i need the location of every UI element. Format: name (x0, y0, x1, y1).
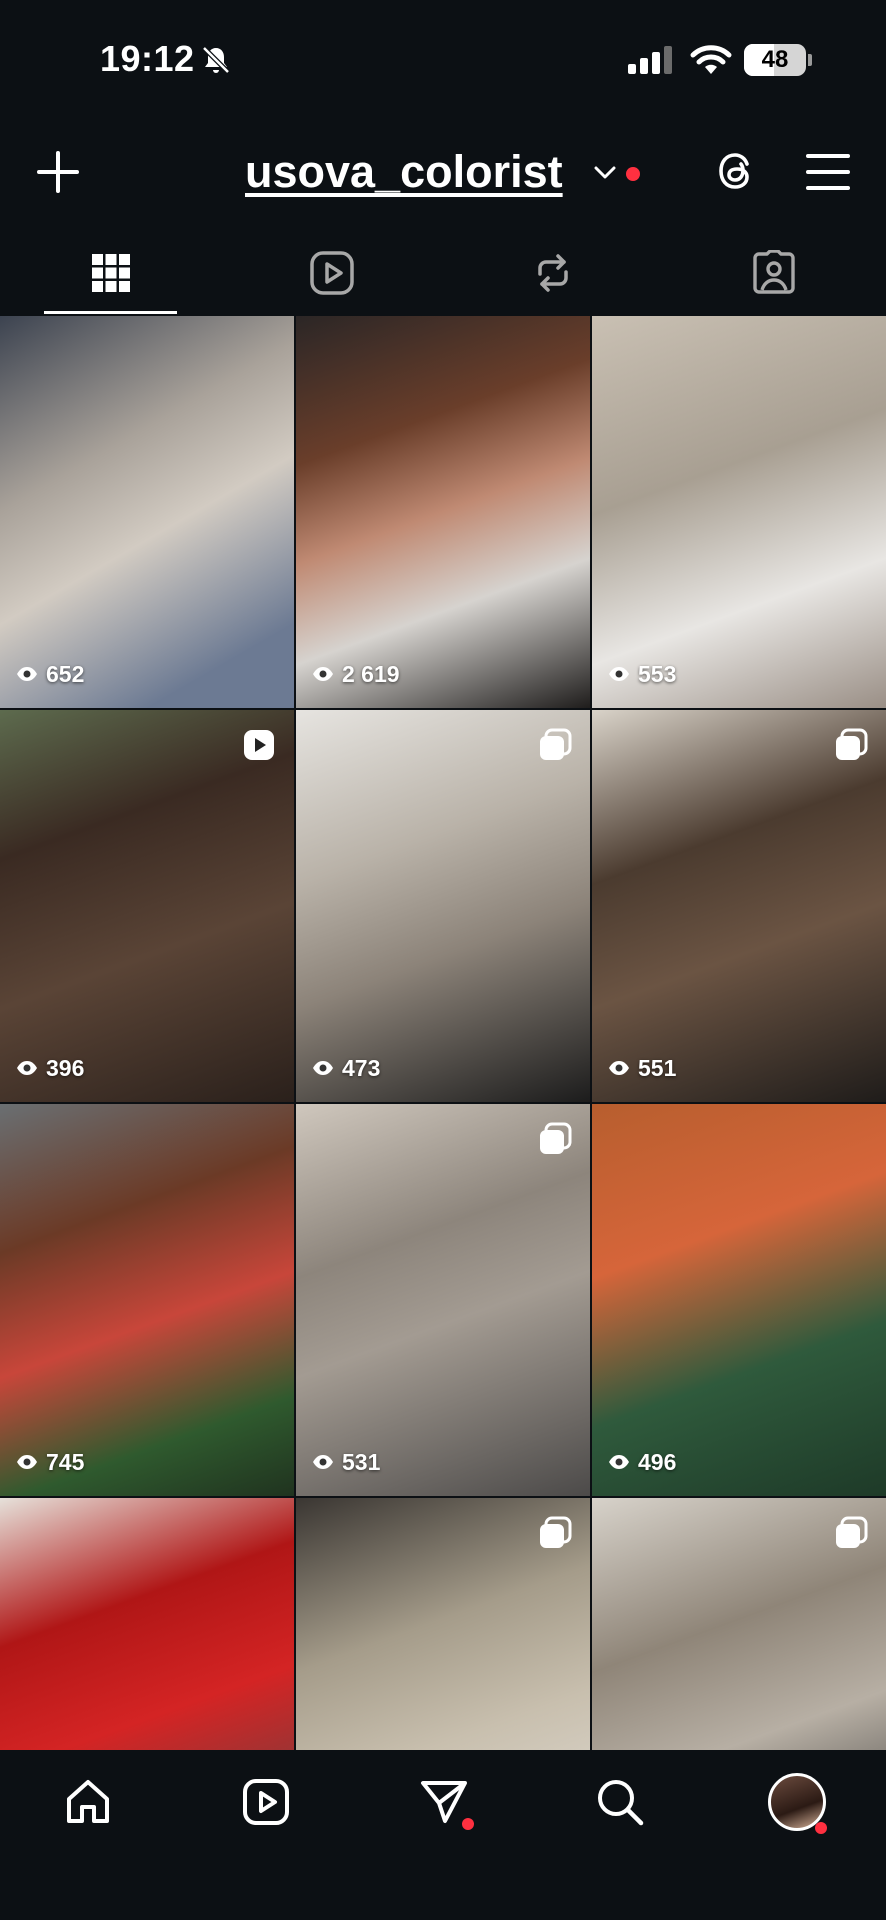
view-count: 496 (608, 1449, 676, 1476)
status-bar: 19:12 48 (0, 0, 886, 120)
view-count-label: 553 (638, 661, 677, 687)
post-photo (296, 1104, 590, 1496)
post-photo (296, 316, 590, 708)
eye-icon (608, 1055, 630, 1082)
post-tile[interactable]: 551 (592, 710, 886, 1102)
profile-notification-dot (815, 1822, 827, 1834)
view-count: 2 619 (312, 661, 400, 688)
post-photo (592, 1104, 886, 1496)
nav-profile[interactable] (767, 1772, 827, 1834)
home-icon (67, 1780, 109, 1823)
battery-percent: 48 (761, 46, 789, 73)
view-count-label: 473 (342, 1055, 381, 1081)
view-count: 553 (608, 661, 676, 688)
repost-icon (537, 254, 568, 292)
post-tile[interactable]: 496 (592, 1104, 886, 1496)
nav-reels[interactable] (236, 1772, 296, 1832)
post-photo (0, 316, 294, 708)
post-tile[interactable]: 553 (592, 316, 886, 708)
account-notification-dot (626, 167, 640, 181)
tab-reels[interactable] (221, 230, 442, 316)
view-count: 745 (16, 1449, 84, 1476)
nav-direct[interactable] (414, 1772, 474, 1832)
battery-tip (808, 54, 812, 66)
account-switcher-username[interactable]: usova_colorist (245, 146, 563, 198)
chevron-down-icon[interactable] (594, 166, 616, 180)
bell-slash-icon (202, 46, 230, 74)
post-tile[interactable]: 2 619 (296, 316, 590, 708)
bottom-navigation (0, 1750, 886, 1920)
create-plus-icon[interactable] (36, 150, 80, 194)
eye-icon (16, 661, 38, 688)
hamburger-menu-icon[interactable] (806, 152, 850, 192)
eye-icon (312, 661, 334, 688)
view-count: 396 (16, 1055, 84, 1082)
view-count-label: 551 (638, 1055, 677, 1081)
tagged-person-icon (752, 250, 795, 294)
view-count-label: 745 (46, 1449, 85, 1475)
direct-icon (421, 1781, 467, 1823)
post-tile[interactable]: 745 (0, 1104, 294, 1496)
reel-icon (242, 728, 276, 762)
tab-reposts[interactable] (442, 230, 663, 316)
view-count-label: 652 (46, 661, 85, 687)
carousel-icon (538, 1122, 572, 1156)
eye-icon (16, 1449, 38, 1476)
eye-icon (608, 661, 630, 688)
tab-posts[interactable] (0, 230, 221, 316)
post-tile[interactable]: 531 (296, 1104, 590, 1496)
eye-icon (608, 1449, 630, 1476)
carousel-icon (538, 728, 572, 762)
post-photo (592, 710, 886, 1102)
view-count-label: 396 (46, 1055, 85, 1081)
eye-icon (312, 1449, 334, 1476)
view-count: 551 (608, 1055, 676, 1082)
view-count-label: 2 619 (342, 661, 400, 687)
threads-icon[interactable] (714, 148, 760, 194)
carousel-icon (538, 1516, 572, 1550)
eye-icon (16, 1055, 38, 1082)
view-count: 652 (16, 661, 84, 688)
post-photo (0, 710, 294, 1102)
view-count-label: 531 (342, 1449, 381, 1475)
eye-icon (312, 1055, 334, 1082)
view-count: 473 (312, 1055, 380, 1082)
search-icon (598, 1780, 644, 1826)
profile-tabs (0, 230, 886, 316)
post-photo (296, 710, 590, 1102)
direct-notification-dot (462, 1818, 474, 1830)
battery-indicator: 48 (744, 44, 806, 76)
profile-header: usova_colorist (0, 130, 886, 210)
post-tile[interactable]: 396 (0, 710, 294, 1102)
carousel-icon (834, 1516, 868, 1550)
reels-icon (243, 1779, 289, 1825)
post-tile[interactable]: 652 (0, 316, 294, 708)
grid-icon (91, 254, 130, 292)
tab-tagged[interactable] (663, 230, 884, 316)
status-time: 19:12 (100, 38, 195, 79)
cellular-signal-icon (628, 46, 672, 74)
post-photo (592, 316, 886, 708)
post-photo (0, 1104, 294, 1496)
nav-search[interactable] (590, 1772, 650, 1832)
reels-play-icon (309, 251, 354, 295)
carousel-icon (834, 728, 868, 762)
view-count: 531 (312, 1449, 380, 1476)
nav-home[interactable] (58, 1772, 118, 1832)
post-tile[interactable]: 473 (296, 710, 590, 1102)
view-count-label: 496 (638, 1449, 677, 1475)
wifi-icon (690, 45, 732, 74)
